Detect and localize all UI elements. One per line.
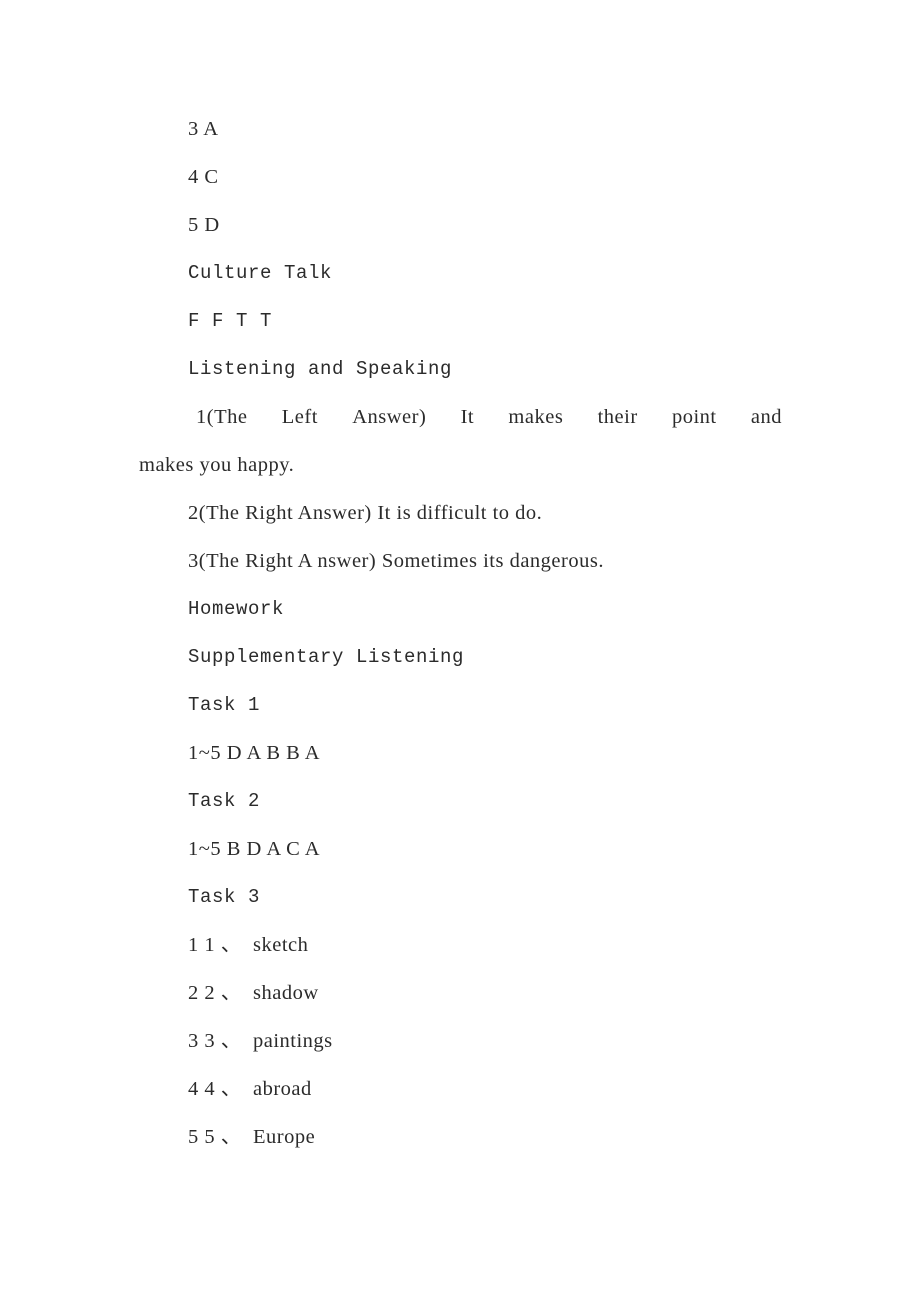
vocab-separator: 、 <box>220 1126 242 1148</box>
answers-culture-talk: F F T T <box>188 310 273 332</box>
vocab-index-b: 4 <box>204 1078 216 1100</box>
listening-item-1-first-line: 1(The Left Answer) It makes their point … <box>139 393 782 441</box>
vocab-separator: 、 <box>220 1078 242 1100</box>
vocab-row: 3 3 、 paintings <box>139 1017 782 1065</box>
answers-task-2: 1~5 B D A C A <box>188 838 321 860</box>
answers-task-1: 1~5 D A B B A <box>188 742 321 764</box>
heading-task-2: Task 2 <box>188 790 261 812</box>
listening-item-2: 2(The Right Answer) It is difficult to d… <box>188 502 543 524</box>
vocab-index-b: 1 <box>204 934 216 956</box>
vocab-word: Europe <box>253 1126 316 1148</box>
vocab-row: 1 1 、 sketch <box>139 921 782 969</box>
vocab-word: paintings <box>253 1030 333 1052</box>
vocab-index-b: 5 <box>204 1126 216 1148</box>
heading-task-1: Task 1 <box>188 694 261 716</box>
vocab-row: 4 4 、 abroad <box>139 1065 782 1113</box>
vocab-index-b: 2 <box>204 982 216 1004</box>
vocab-word: sketch <box>253 934 309 956</box>
listening-item-1-wrapped-line: makes you happy. <box>139 454 295 476</box>
answer-line-4: 4 C <box>188 166 219 188</box>
vocab-row: 2 2 、 shadow <box>139 969 782 1017</box>
vocab-index-b: 3 <box>204 1030 216 1052</box>
answer-line-3: 3 A <box>188 118 219 140</box>
vocab-index-a: 4 <box>188 1078 199 1100</box>
justified-word: and <box>750 406 783 428</box>
justified-word: 1(The <box>196 406 248 428</box>
justified-word: Left <box>281 406 318 428</box>
justified-word: It <box>460 406 475 428</box>
justified-word: makes <box>508 406 564 428</box>
heading-homework: Homework <box>188 598 285 620</box>
vocab-index-a: 1 <box>188 934 199 956</box>
listening-item-3: 3(The Right A nswer) Sometimes its dange… <box>188 550 604 572</box>
vocab-index-a: 5 <box>188 1126 199 1148</box>
vocab-word: abroad <box>253 1078 312 1100</box>
listening-item-1: 1(The Left Answer) It makes their point … <box>139 393 782 489</box>
vocab-word: shadow <box>253 982 319 1004</box>
vocab-separator: 、 <box>220 1030 242 1052</box>
vocab-separator: 、 <box>220 982 242 1004</box>
heading-listening-and-speaking: Listening and Speaking <box>188 358 453 380</box>
vocab-index-a: 2 <box>188 982 199 1004</box>
heading-supplementary-listening: Supplementary Listening <box>188 646 465 668</box>
justified-word: their <box>597 406 638 428</box>
justified-word: Answer) <box>352 406 427 428</box>
vocab-separator: 、 <box>220 934 242 956</box>
heading-task-3: Task 3 <box>188 886 261 908</box>
answer-line-5: 5 D <box>188 214 220 236</box>
heading-culture-talk: Culture Talk <box>188 262 333 284</box>
vocab-row: 5 5 、 Europe <box>139 1113 782 1161</box>
document-page: 3 A 4 C 5 D Culture Talk F F T T Listeni… <box>139 105 782 1161</box>
justified-word: point <box>671 406 717 428</box>
vocab-index-a: 3 <box>188 1030 199 1052</box>
